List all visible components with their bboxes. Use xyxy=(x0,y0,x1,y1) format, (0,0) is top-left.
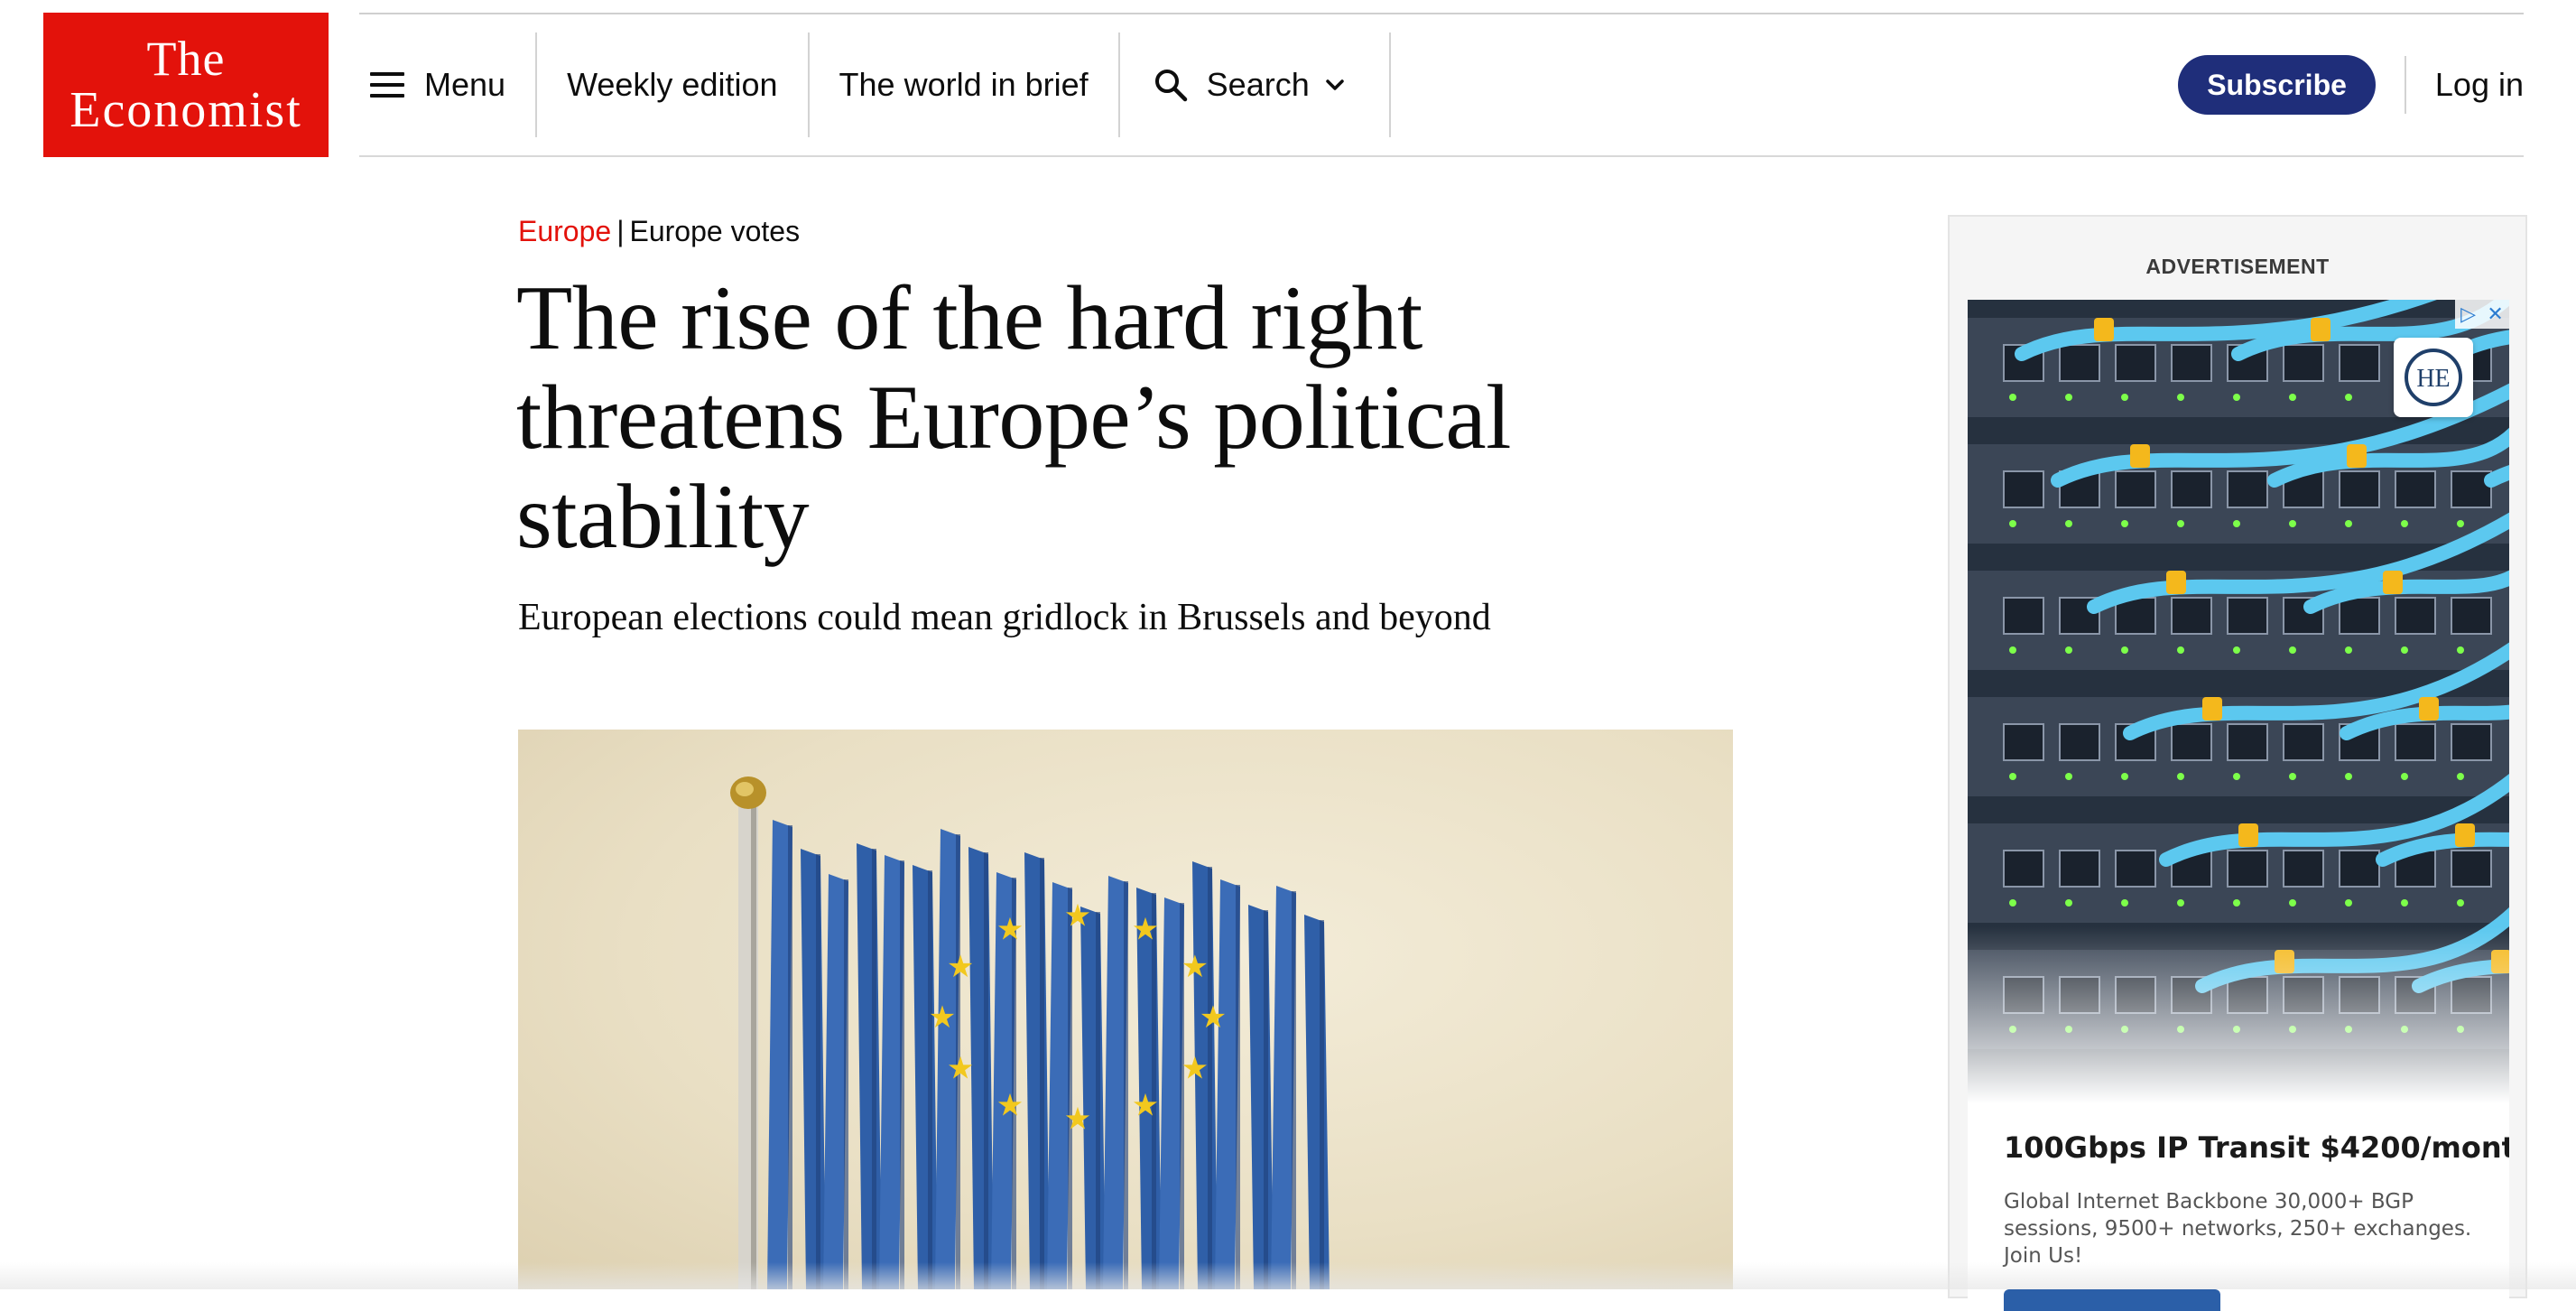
search-icon xyxy=(1153,67,1189,103)
main-nav: Menu Weekly edition The world in brief S… xyxy=(359,14,2524,155)
economist-logo[interactable]: The Economist xyxy=(43,13,329,157)
topic-link[interactable]: Europe votes xyxy=(630,215,801,247)
chevron-down-icon xyxy=(1322,72,1348,98)
weekly-edition-link[interactable]: Weekly edition xyxy=(537,14,807,155)
svg-text:★: ★ xyxy=(947,1051,974,1085)
article-standfirst: European elections could mean gridlock i… xyxy=(518,594,1601,641)
ad-choices-icon[interactable]: ▷ xyxy=(2460,302,2476,326)
search-button[interactable]: Search xyxy=(1120,14,1389,155)
ad-choices-controls[interactable]: ▷ ✕ xyxy=(2455,300,2509,329)
advertiser-logo: HE xyxy=(2394,338,2473,417)
section-link[interactable]: Europe xyxy=(518,215,611,247)
svg-text:★: ★ xyxy=(1181,950,1209,984)
ad-card[interactable]: ▷ ✕ HE 100Gbps IP Transit $4200/month Gl… xyxy=(1968,300,2509,1311)
hero-image: ★ ★ ★ ★ ★ ★ ★ ★ ★ ★ ★ ★ xyxy=(518,730,1733,1289)
svg-text:★: ★ xyxy=(947,950,974,984)
svg-text:★: ★ xyxy=(996,913,1024,947)
menu-label: Menu xyxy=(424,66,505,104)
ad-label: ADVERTISEMENT xyxy=(1950,255,2525,279)
svg-text:★: ★ xyxy=(1064,1102,1091,1137)
advertiser-logo-text: HE xyxy=(2416,365,2450,393)
hamburger-icon xyxy=(370,72,404,98)
svg-text:★: ★ xyxy=(1132,913,1159,947)
breadcrumb: Europe|Europe votes xyxy=(518,215,800,248)
svg-text:★: ★ xyxy=(1181,1051,1209,1085)
svg-text:★: ★ xyxy=(1200,1000,1227,1035)
logo-line-2: Economist xyxy=(69,85,302,135)
advertisement-panel: ADVERTISEMENT ▷ ✕ xyxy=(1948,215,2527,1298)
ad-description: Global Internet Backbone 30,000+ BGP ses… xyxy=(2004,1188,2491,1269)
svg-text:★: ★ xyxy=(996,1088,1024,1122)
svg-text:★: ★ xyxy=(929,1000,956,1035)
nav-divider xyxy=(2405,56,2406,114)
login-link[interactable]: Log in xyxy=(2435,14,2524,155)
server-cables-illustration xyxy=(1968,300,2509,1103)
nav-divider xyxy=(1389,33,1391,137)
ad-title[interactable]: 100Gbps IP Transit $4200/month xyxy=(2004,1130,2509,1165)
article-headline: The rise of the hard right threatens Eur… xyxy=(516,269,1563,567)
ad-cta-button[interactable] xyxy=(2004,1289,2220,1311)
world-in-brief-link[interactable]: The world in brief xyxy=(810,14,1118,155)
search-label: Search xyxy=(1207,66,1310,104)
svg-text:★: ★ xyxy=(1064,899,1091,934)
close-icon[interactable]: ✕ xyxy=(2487,302,2503,326)
subscribe-button[interactable]: Subscribe xyxy=(2178,55,2376,115)
eu-flag-illustration: ★ ★ ★ ★ ★ ★ ★ ★ ★ ★ ★ ★ xyxy=(518,730,1733,1289)
header-bottom-rule xyxy=(359,155,2524,157)
ad-image[interactable]: ▷ ✕ HE xyxy=(1968,300,2509,1103)
logo-line-1: The xyxy=(147,34,226,83)
svg-text:★: ★ xyxy=(1132,1088,1159,1122)
menu-button[interactable]: Menu xyxy=(359,14,535,155)
breadcrumb-separator: | xyxy=(616,215,624,247)
